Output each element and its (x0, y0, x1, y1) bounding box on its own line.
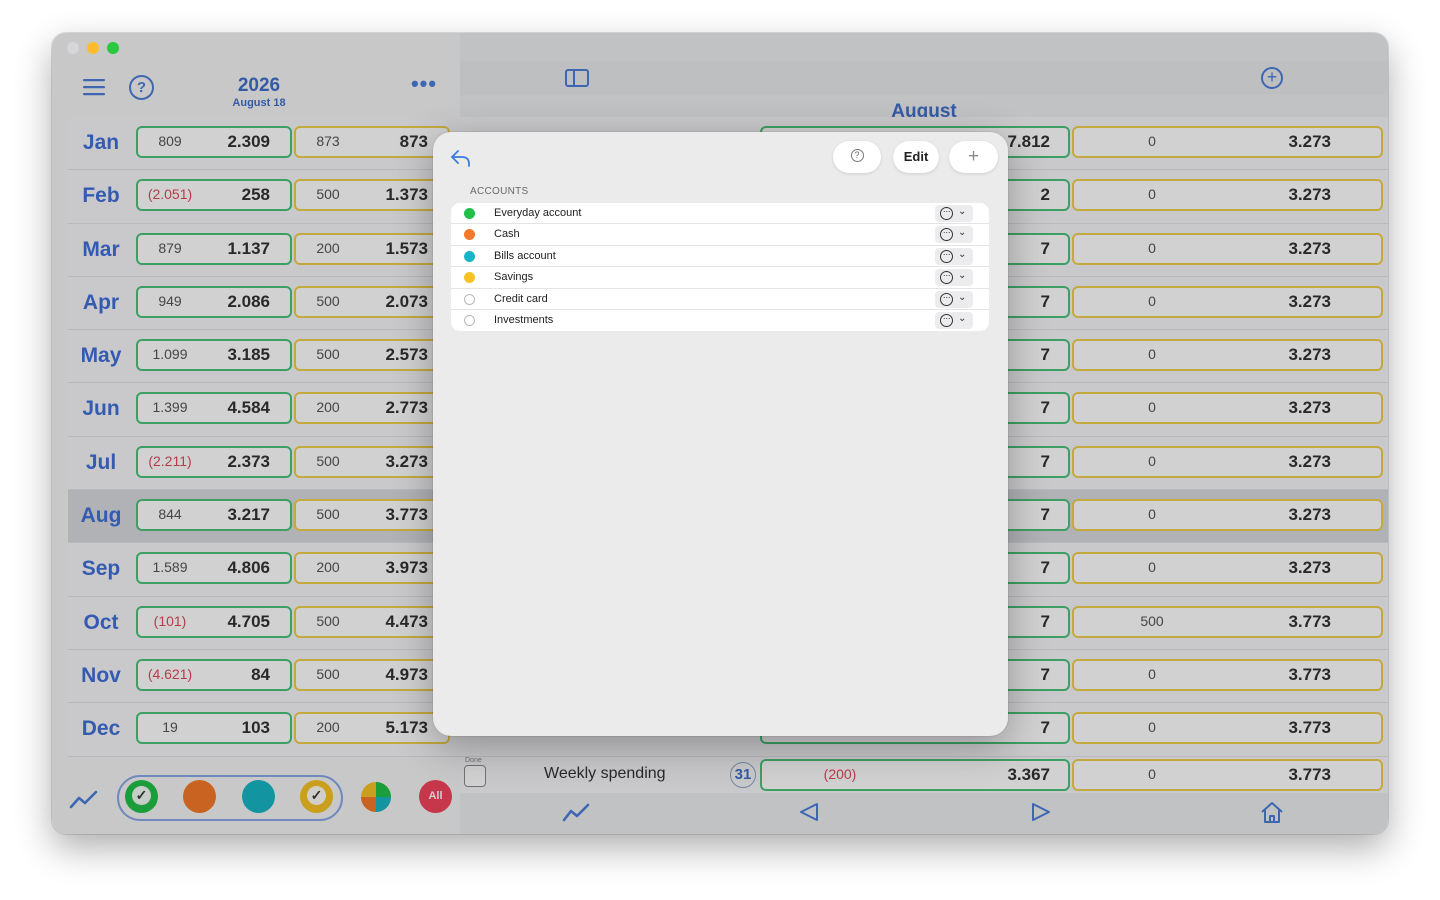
window-zoom-button[interactable] (107, 42, 119, 54)
help-question-icon: ? (850, 149, 864, 163)
account-color-dot-icon (464, 293, 475, 305)
account-color-dot-icon (464, 208, 475, 219)
ellipsis-circle-icon: ··· (940, 271, 953, 285)
account-name: Savings (494, 271, 534, 284)
accounts-popover: ? Edit + ACCOUNTS Everyday account ··· ⌄ Ca… (433, 132, 1008, 736)
ellipsis-circle-icon: ··· (940, 249, 953, 263)
account-color-dot-icon (464, 272, 475, 284)
accounts-section-label: ACCOUNTS (470, 186, 529, 197)
window-minimize-button[interactable] (87, 42, 99, 54)
account-row[interactable]: Credit card ··· ⌄ (451, 289, 989, 310)
chevron-down-icon: ⌄ (958, 227, 967, 239)
account-options-menu[interactable]: ··· ⌄ (935, 205, 973, 222)
account-options-menu[interactable]: ··· ⌄ (935, 247, 973, 265)
account-row[interactable]: Cash ··· ⌄ (451, 224, 989, 246)
ellipsis-circle-icon: ··· (940, 228, 953, 242)
account-color-dot-icon (464, 250, 475, 262)
account-name: Credit card (494, 292, 548, 305)
account-options-menu[interactable]: ··· ⌄ (935, 226, 973, 244)
account-name: Cash (494, 228, 520, 241)
chevron-down-icon: ⌄ (958, 312, 967, 324)
ellipsis-circle-icon: ··· (940, 292, 953, 306)
ellipsis-circle-icon: ··· (940, 313, 953, 327)
account-options-menu[interactable]: ··· ⌄ (935, 269, 973, 287)
chevron-down-icon: ⌄ (958, 291, 967, 303)
account-name: Investments (494, 313, 554, 326)
account-name: Everyday account (494, 207, 582, 219)
add-account-button[interactable]: + (949, 141, 998, 173)
account-name: Bills account (494, 249, 556, 262)
window-close-button[interactable] (67, 42, 79, 54)
account-row[interactable]: Everyday account ··· ⌄ (451, 203, 989, 225)
account-color-dot-icon (464, 229, 475, 241)
chevron-down-icon: ⌄ (958, 206, 967, 217)
account-options-menu[interactable]: ··· ⌄ (935, 290, 973, 308)
back-arrow-icon[interactable] (450, 148, 472, 168)
account-row[interactable]: Savings ··· ⌄ (451, 267, 989, 289)
edit-button[interactable]: Edit (893, 141, 939, 173)
chevron-down-icon: ⌄ (958, 248, 967, 260)
account-row[interactable]: Investments ··· ⌄ (451, 310, 989, 331)
chevron-down-icon: ⌄ (958, 270, 967, 282)
account-color-dot-icon (464, 314, 475, 326)
account-options-menu[interactable]: ··· ⌄ (935, 311, 973, 329)
account-row[interactable]: Bills account ··· ⌄ (451, 246, 989, 268)
help-button[interactable]: ? (833, 141, 881, 173)
accounts-list: Everyday account ··· ⌄ Cash ··· ⌄ Bills accoun… (451, 203, 989, 332)
ellipsis-circle-icon: ··· (940, 207, 953, 220)
